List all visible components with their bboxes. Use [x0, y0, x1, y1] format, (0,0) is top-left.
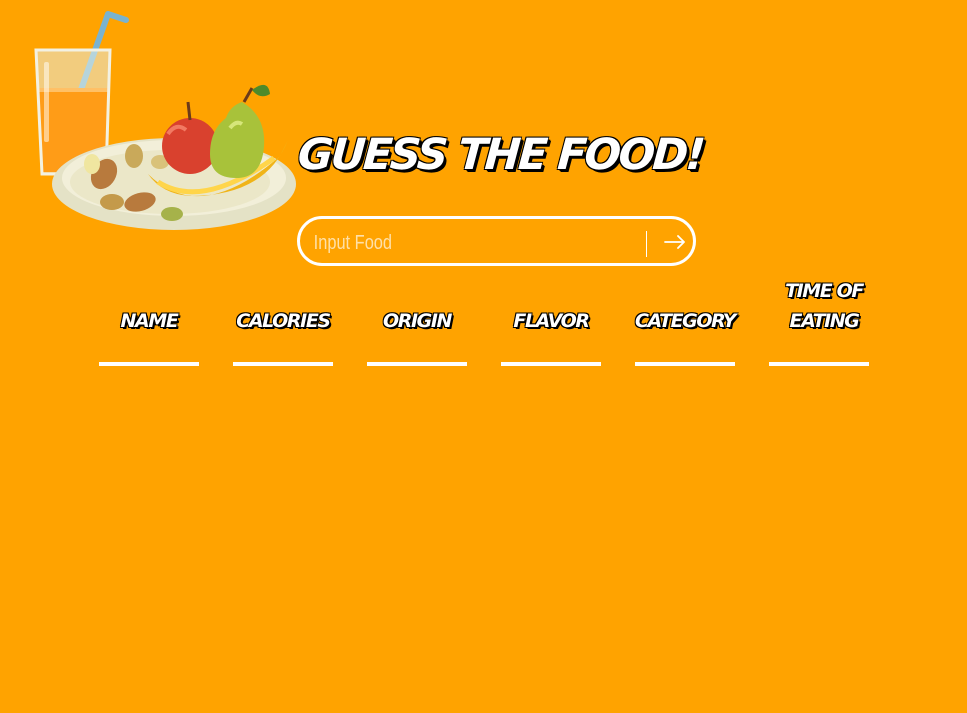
- column-header-category: CATEGORY: [635, 310, 736, 332]
- food-search-input[interactable]: [312, 227, 577, 259]
- arrow-right-icon: [664, 235, 685, 249]
- column-header-time-of-eating: TIME OF EATING: [785, 280, 864, 332]
- column-underline: [635, 362, 735, 366]
- food-plate-illustration: [34, 11, 296, 230]
- column-header-origin: ORIGIN: [382, 310, 452, 332]
- column-calories: CALORIES: [233, 270, 333, 368]
- page-title: GUESS THE FOOD!: [296, 130, 705, 180]
- search-bar: [297, 216, 696, 266]
- search-divider: [646, 231, 647, 257]
- column-underline: [99, 362, 199, 366]
- column-header-name: NAME: [120, 310, 179, 332]
- column-header-flavor: FLAVOR: [513, 310, 590, 332]
- column-origin: ORIGIN: [367, 270, 467, 368]
- column-underline: [501, 362, 601, 366]
- column-category: CATEGORY: [635, 270, 736, 368]
- column-name: NAME: [99, 270, 199, 368]
- attribute-columns: NAME CALORIES ORIGIN FLAVOR CATEGORY TIM…: [99, 270, 879, 380]
- column-underline: [769, 362, 869, 366]
- column-header-calories: CALORIES: [236, 310, 331, 332]
- column-underline: [233, 362, 333, 366]
- column-underline: [367, 362, 467, 366]
- column-time-of-eating: TIME OF EATING: [769, 270, 869, 368]
- column-flavor: FLAVOR: [501, 270, 601, 368]
- submit-guess-button[interactable]: [658, 227, 692, 257]
